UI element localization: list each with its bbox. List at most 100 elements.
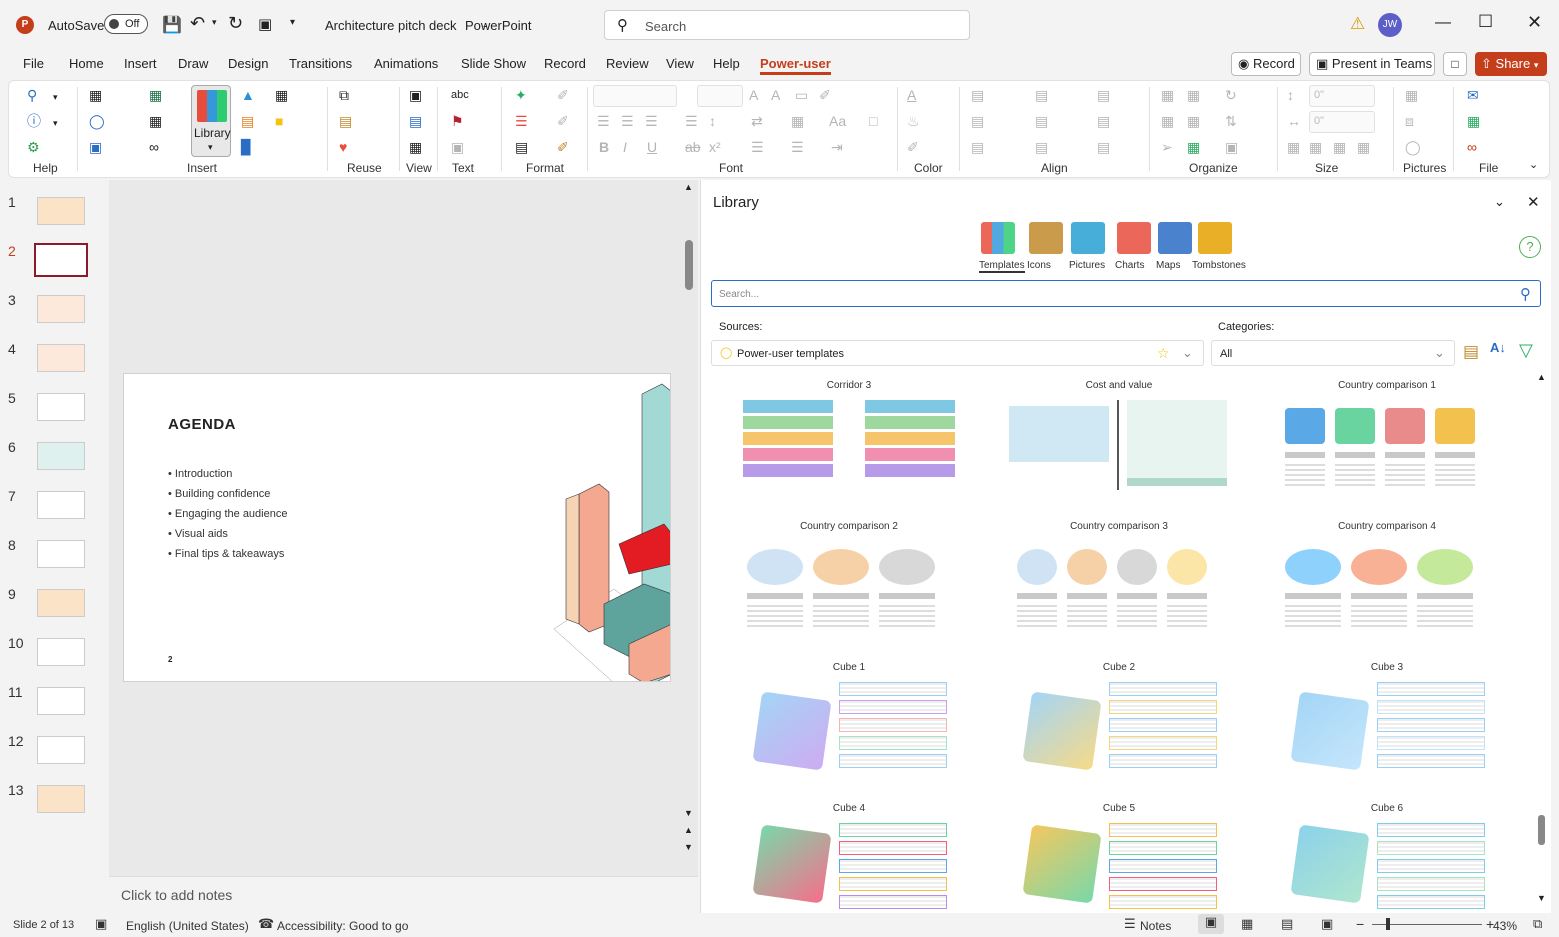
bold-icon[interactable]: B [599, 139, 609, 155]
size-paste-icon[interactable]: ▦ [1333, 139, 1346, 155]
text-direction-icon[interactable]: ⇄ [751, 113, 763, 129]
ungroup-icon[interactable]: ▦ [1187, 87, 1200, 103]
export-icon[interactable]: ▦ [1467, 113, 1480, 129]
slide-thumbnail[interactable] [37, 393, 85, 421]
size-lock-icon[interactable]: ▦ [1287, 139, 1300, 155]
minimize-icon[interactable]: — [1435, 14, 1451, 32]
tab-view[interactable]: View [666, 56, 694, 71]
layout-icon[interactable]: ▤ [515, 139, 528, 155]
text-field-icon[interactable]: ▣ [451, 139, 464, 155]
close-icon[interactable]: ✕ [1527, 12, 1542, 33]
list-icon[interactable]: ☰ [515, 113, 528, 129]
present-in-teams-button[interactable]: ▣ Present in Teams [1309, 52, 1435, 76]
favorite-heart-icon[interactable]: ♥ [339, 139, 347, 155]
line-spacing-icon[interactable]: ↕ [709, 113, 716, 129]
tab-animations[interactable]: Animations [374, 56, 438, 71]
template-card[interactable]: Corridor 3 [729, 380, 969, 510]
notes-button[interactable]: Notes [1140, 919, 1171, 933]
tab-transitions[interactable]: Transitions [289, 56, 352, 71]
line-color-icon[interactable]: ✐ [907, 139, 919, 155]
accessibility-icon[interactable]: ☎ [258, 916, 274, 932]
categories-dropdown-icon[interactable]: ⌄ [1434, 345, 1445, 361]
textbox-icon[interactable]: ▣ [89, 139, 102, 155]
font-size-combo[interactable] [697, 85, 743, 107]
prev-slide-icon[interactable]: ▲ [684, 825, 693, 835]
search-icon[interactable]: ⚲ [27, 87, 37, 103]
numbering-icon[interactable]: ☰ [791, 139, 804, 155]
slide-bullet[interactable]: • Final tips & takeaways [168, 548, 287, 561]
underline-icon[interactable]: U [647, 139, 657, 155]
view-slide-icon[interactable]: ▣ [409, 87, 422, 103]
sparkle-icon[interactable]: ✦ [515, 87, 527, 103]
size-reset-icon[interactable]: ▦ [1357, 139, 1370, 155]
gantt-icon[interactable]: ▤ [241, 113, 254, 129]
align-top-icon[interactable]: ▤ [971, 113, 984, 129]
tab-file[interactable]: File [23, 56, 44, 71]
slide-thumbnail[interactable] [37, 491, 85, 519]
font-name-combo[interactable] [593, 85, 677, 107]
save-icon[interactable]: 💾 [162, 15, 182, 35]
shrink-font-icon[interactable]: A [771, 87, 780, 103]
bring-forward-icon[interactable]: ▦ [1161, 113, 1174, 129]
library-tab-maps[interactable]: Maps [1156, 260, 1180, 271]
align-center-icon[interactable]: ☰ [621, 113, 634, 129]
align-text-icon[interactable]: ▦ [791, 113, 804, 129]
template-card[interactable]: Country comparison 4 [1267, 521, 1507, 651]
undo-dropdown-icon[interactable]: ▾ [212, 17, 217, 28]
excel-icon[interactable]: ▦ [149, 87, 162, 103]
zoom-slider-thumb[interactable] [1386, 918, 1390, 930]
slide-thumbnail[interactable] [37, 295, 85, 323]
zoom-slider[interactable] [1372, 918, 1482, 930]
email-icon[interactable]: ✉ [1467, 87, 1479, 103]
match-size-icon[interactable]: ▤ [1097, 113, 1110, 129]
library-scrollbar[interactable] [1538, 815, 1545, 845]
color-grid-icon[interactable]: ▦ [1187, 139, 1200, 155]
slide-thumbnail[interactable] [37, 687, 85, 715]
align-left-objects-icon[interactable]: ▤ [971, 87, 984, 103]
language-flag-icon[interactable]: ⚑ [451, 113, 464, 129]
group-objects-icon[interactable]: ▦ [1161, 87, 1174, 103]
dropdown-icon[interactable]: ▾ [53, 89, 58, 105]
favorite-star-icon[interactable]: ☆ [1157, 345, 1170, 362]
library-tab-templates[interactable]: Templates [979, 260, 1025, 273]
library-tab-tombstones[interactable]: Tombstones [1192, 260, 1246, 271]
notes-placeholder[interactable]: Click to add notes [121, 887, 232, 903]
collapse-ribbon-icon[interactable]: ⌄ [1529, 157, 1538, 173]
picture-icon[interactable]: ▦ [1405, 87, 1418, 103]
justify-icon[interactable]: ☰ [685, 113, 698, 129]
slide-bullet[interactable]: • Introduction [168, 468, 287, 481]
align-center-objects-icon[interactable]: ▤ [1035, 87, 1048, 103]
redo-icon[interactable]: ↻ [228, 13, 243, 34]
stretch-icon[interactable]: ▤ [1097, 139, 1110, 155]
accessibility-status[interactable]: Accessibility: Good to go [277, 919, 408, 933]
slide-canvas[interactable]: AGENDA • Introduction • Building confiden… [123, 373, 671, 682]
dropdown-icon[interactable]: ▾ [53, 115, 58, 131]
view-grid-icon[interactable]: ▦ [409, 139, 422, 155]
frame-icon[interactable]: □ [869, 113, 877, 129]
template-card[interactable]: Country comparison 1 [1267, 380, 1507, 510]
tab-record[interactable]: Record [544, 56, 586, 71]
lock-icon[interactable]: ▣ [1225, 139, 1238, 155]
send-backward-icon[interactable]: ▦ [1187, 113, 1200, 129]
normal-view-icon[interactable]: ▣ [1198, 914, 1224, 934]
fit-slide-icon[interactable]: ⧉ [1533, 916, 1542, 932]
library-tab-pictures-icon[interactable] [1071, 222, 1105, 254]
sort-by-category-icon[interactable]: ▤ [1463, 342, 1479, 362]
slide-bullets[interactable]: • Introduction • Building confidence • Eng… [168, 468, 287, 568]
align-bottom-icon[interactable]: ▤ [971, 139, 984, 155]
library-tab-icons-icon[interactable] [1029, 222, 1063, 254]
slide-thumbnail[interactable] [37, 540, 85, 568]
brush-icon[interactable]: ✐ [557, 87, 569, 103]
width-icon[interactable]: ↔ [1287, 113, 1301, 129]
slide-bullet[interactable]: • Building confidence [168, 488, 287, 501]
library-search-input[interactable]: Search... ⚲ [711, 280, 1541, 307]
reading-view-icon[interactable]: ▤ [1281, 916, 1293, 932]
superscript-icon[interactable]: x² [709, 139, 721, 155]
screenshot-icon[interactable]: ▦ [149, 113, 162, 129]
vertical-scrollbar[interactable] [685, 240, 693, 290]
grid-icon[interactable]: ▦ [275, 87, 288, 103]
library-tab-tombstones-icon[interactable] [1198, 222, 1232, 254]
customize-qat-icon[interactable]: ▾ [290, 17, 295, 28]
tab-slide-show[interactable]: Slide Show [461, 56, 526, 71]
maximize-icon[interactable]: ☐ [1478, 12, 1493, 32]
